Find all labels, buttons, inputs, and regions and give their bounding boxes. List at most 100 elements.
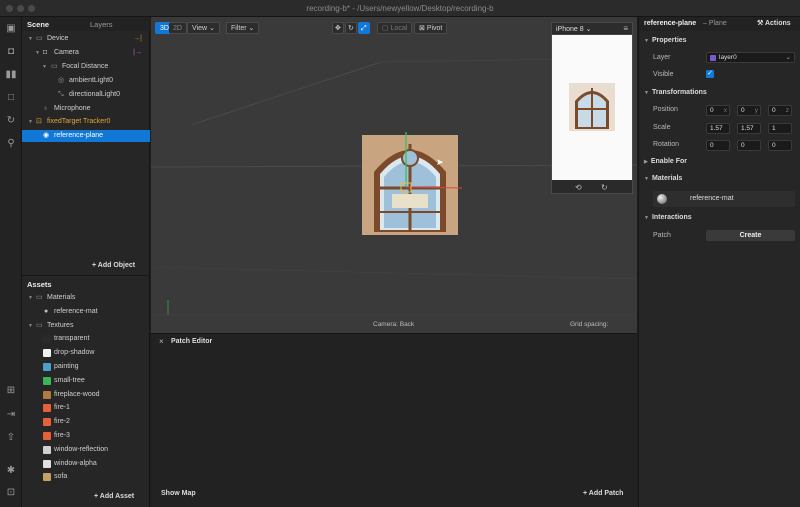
asset-item[interactable]: window-reflection — [22, 443, 150, 457]
upload-icon[interactable]: ⇧ — [5, 432, 17, 444]
unit-x: x — [723, 107, 727, 114]
asset-item[interactable]: ▼ ▭ Materials — [22, 291, 150, 305]
actions-button[interactable]: ⚒ Actions — [757, 19, 791, 27]
tree-item-target-tracker[interactable]: ▼ ⊡ fixedTarget Tracker0 — [22, 116, 150, 128]
close-icon[interactable]: × — [159, 337, 164, 346]
asset-item[interactable]: fireplace-wood — [22, 388, 150, 402]
asset-item[interactable]: sofa — [22, 470, 150, 484]
video-icon[interactable]: ◘ — [5, 46, 17, 58]
asset-item[interactable]: fire-1 — [22, 401, 150, 415]
search-icon[interactable]: ⚲ — [5, 138, 17, 150]
scale-z-field[interactable]: 1 — [768, 123, 792, 134]
title-bar: recording-b* - /Users/newyellow/Desktop/… — [0, 0, 800, 17]
asset-item[interactable]: ▼ ▭ Textures — [22, 319, 150, 333]
scene-tabs: Scene Layers — [22, 17, 150, 31]
section-transformations[interactable]: ▼ Transformations — [644, 89, 707, 96]
section-enable-for[interactable]: ▶ Enable For — [644, 158, 687, 165]
material-sphere-icon — [657, 194, 667, 204]
device-preview[interactable]: iPhone 8 ⌄ ≡ ⟲ ↻ — [551, 22, 633, 194]
add-patch-button[interactable]: + Add Patch — [583, 490, 623, 497]
scale-y-value: 1.57 — [741, 125, 754, 132]
layer-label: Layer — [653, 54, 671, 61]
view-2d-button[interactable]: 2D — [169, 22, 187, 34]
add-panel-icon[interactable]: ⊞ — [5, 385, 17, 397]
asset-item[interactable]: small-tree — [22, 374, 150, 388]
camera-switch-icon[interactable]: ⟲ — [575, 183, 582, 192]
object-type: – Plane — [703, 20, 727, 27]
scene-panel: Scene Layers ▼ ▭ Device →| ▼ ◘ Camera |→… — [22, 17, 150, 275]
asset-item[interactable]: transparent — [22, 332, 150, 346]
eye-icon[interactable]: ◉ — [43, 130, 49, 142]
caret-down-icon[interactable]: ▼ — [28, 291, 33, 305]
texture-icon — [43, 418, 51, 427]
layer-select[interactable]: layer0 ⌄ — [706, 52, 795, 63]
export-icon[interactable]: ⇥ — [5, 409, 17, 421]
stop-icon[interactable]: □ — [5, 92, 17, 104]
device-select-label: iPhone 8 — [556, 26, 584, 33]
section-materials[interactable]: ▼ Materials — [644, 175, 682, 182]
patch-editor[interactable]: × Patch Editor Show Map + Add Patch — [151, 333, 637, 507]
scale-x-field[interactable]: 1.57 — [706, 123, 730, 134]
position-z-field[interactable]: 0z — [768, 105, 792, 116]
pause-icon[interactable]: ▮▮ — [5, 69, 17, 81]
bug-icon[interactable]: ✱ — [5, 465, 17, 477]
asset-item[interactable]: fire-3 — [22, 429, 150, 443]
add-object-button[interactable]: + Add Object — [92, 262, 135, 269]
rotate-tool-icon[interactable]: ↻ — [345, 22, 357, 34]
asset-item[interactable]: painting — [22, 360, 150, 374]
tab-scene[interactable]: Scene — [27, 20, 49, 29]
refresh-icon[interactable]: ↻ — [5, 115, 17, 127]
texture-icon — [43, 432, 51, 440]
local-toggle[interactable]: ▢ Local — [377, 22, 413, 34]
rotation-y-field[interactable]: 0 — [737, 140, 761, 151]
tree-item-directional-light[interactable]: ⤡ directionalLight0 — [22, 89, 150, 101]
layout-icon[interactable]: ▣ — [5, 23, 17, 35]
position-x-value: 0 — [710, 107, 714, 114]
notifications-icon[interactable]: ⊡ — [5, 487, 17, 499]
caret-down-icon[interactable]: ▼ — [28, 33, 33, 45]
section-properties[interactable]: ▼ Properties — [644, 37, 687, 44]
device-select[interactable]: iPhone 8 ⌄ — [556, 25, 591, 33]
layer-color-swatch — [710, 55, 716, 61]
section-label: Enable For — [650, 158, 688, 165]
wrench-icon: ⚒ — [757, 20, 765, 27]
material-slot[interactable]: reference-mat — [653, 191, 795, 207]
tab-layers[interactable]: Layers — [90, 20, 113, 29]
caret-down-icon[interactable]: ▼ — [42, 61, 47, 73]
tree-item-camera[interactable]: ▼ ◘ Camera |→ — [22, 47, 150, 59]
tree-item-reference-plane[interactable]: ◉ reference-plane — [22, 130, 150, 142]
reference-plane-object[interactable] — [362, 132, 462, 238]
create-patch-button[interactable]: Create — [706, 230, 795, 241]
rotate-device-icon[interactable]: ↻ — [601, 183, 608, 192]
section-interactions[interactable]: ▼ Interactions — [644, 214, 692, 221]
tree-item-ambient-light[interactable]: ◎ ambientLight0 — [22, 75, 150, 87]
menu-icon[interactable]: ≡ — [623, 24, 628, 33]
caret-down-icon[interactable]: ▼ — [35, 47, 40, 59]
asset-item-label: drop-shadow — [54, 349, 95, 357]
position-x-field[interactable]: 0x — [706, 105, 730, 116]
asset-item[interactable]: ● reference-mat — [22, 305, 150, 319]
device-screen — [552, 35, 632, 180]
visible-checkbox[interactable]: ✓ — [706, 70, 714, 78]
move-tool-icon[interactable]: ✥ — [332, 22, 344, 34]
filter-dropdown[interactable]: Filter ⌄ — [226, 22, 260, 34]
scale-y-field[interactable]: 1.57 — [737, 123, 761, 134]
texture-icon — [43, 473, 51, 482]
rotation-z-field[interactable]: 0 — [768, 140, 792, 151]
scale-tool-icon[interactable]: ⤢ — [358, 22, 370, 34]
position-y-field[interactable]: 0y — [737, 105, 761, 116]
add-asset-button[interactable]: + Add Asset — [94, 493, 134, 500]
rotation-x-field[interactable]: 0 — [706, 140, 730, 151]
pivot-toggle[interactable]: ⊠ Pivot — [414, 22, 448, 34]
tree-item-focal-distance[interactable]: ▼ ▭ Focal Distance — [22, 61, 150, 73]
caret-down-icon[interactable]: ▼ — [28, 319, 33, 333]
asset-item[interactable]: fire-2 — [22, 415, 150, 429]
asset-item[interactable]: window-alpha — [22, 457, 150, 471]
view-dropdown[interactable]: View ⌄ — [187, 22, 220, 34]
texture-icon — [43, 445, 51, 454]
tree-item-microphone[interactable]: ♁ Microphone — [22, 103, 150, 115]
tree-item-device[interactable]: ▼ ▭ Device →| — [22, 33, 150, 45]
show-map-button[interactable]: Show Map — [161, 490, 196, 497]
asset-item[interactable]: drop-shadow — [22, 346, 150, 360]
caret-down-icon[interactable]: ▼ — [28, 116, 33, 128]
